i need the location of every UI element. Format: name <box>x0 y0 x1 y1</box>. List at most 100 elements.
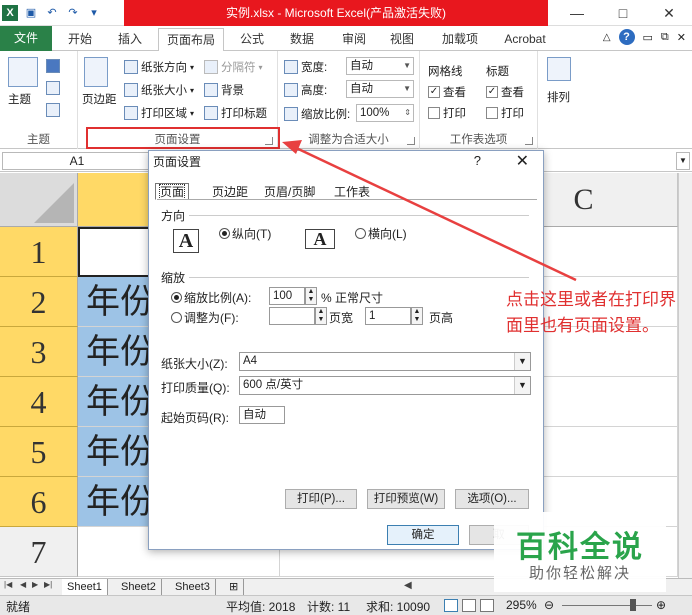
gridlines-view-checkbox[interactable]: ✓ 查看 <box>428 84 466 100</box>
close-workbook-icon[interactable]: ✕ <box>677 31 686 44</box>
save-icon[interactable]: ▣ <box>23 5 39 21</box>
page-layout-view-icon[interactable] <box>462 599 476 612</box>
tab-formulas[interactable]: 公式 <box>232 28 272 51</box>
dialog-close-icon[interactable]: ✕ <box>516 151 529 173</box>
row-header-2[interactable]: 2 <box>0 277 78 327</box>
expand-formula-icon[interactable]: ▼ <box>676 152 690 170</box>
themes-icon[interactable] <box>8 57 38 87</box>
zoom-slider-thumb[interactable] <box>630 599 636 611</box>
tab-header-footer[interactable]: 页眉/页脚 <box>259 183 320 200</box>
theme-colors-icon[interactable] <box>46 59 60 73</box>
sheet-options-launcher-icon[interactable] <box>525 137 533 145</box>
pages-wide-spinner-icon[interactable]: ▲ ▼ <box>315 307 327 325</box>
row-header-7[interactable]: 7 <box>0 527 78 577</box>
tab-review[interactable]: 审阅 <box>332 28 376 51</box>
minimize-button[interactable]: — <box>554 0 600 26</box>
landscape-radio[interactable]: 横向(L) <box>355 225 407 242</box>
arrange-button[interactable]: 排列 <box>547 89 570 105</box>
dialog-help-icon[interactable]: ? <box>474 153 481 168</box>
pages-tall-input[interactable]: 1 <box>365 307 411 325</box>
next-sheet-icon[interactable]: ▶ <box>32 580 38 589</box>
row-header-3[interactable]: 3 <box>0 327 78 377</box>
close-button[interactable]: ✕ <box>646 0 692 26</box>
row-header-6[interactable]: 6 <box>0 477 78 527</box>
first-sheet-icon[interactable]: |◀ <box>4 580 12 589</box>
orientation-button[interactable]: 纸张方向 ▾ <box>124 59 194 75</box>
theme-effects-icon[interactable] <box>46 103 60 117</box>
minimize-ribbon-icon[interactable]: △ <box>603 32 611 43</box>
adjust-to-radio[interactable]: 缩放比例(A): <box>171 289 251 306</box>
customize-qat-icon[interactable]: ▾ <box>86 5 102 21</box>
paper-size-select[interactable]: A4 ▼ <box>239 352 531 371</box>
tab-addins[interactable]: 加载项 <box>432 28 488 51</box>
sheet-tab-sheet1[interactable]: Sheet1 <box>62 579 108 595</box>
gridlines-print-checkbox[interactable]: 打印 <box>428 105 466 121</box>
breaks-button[interactable]: 分隔符 ▾ <box>204 59 263 75</box>
maximize-button[interactable]: □ <box>600 0 646 26</box>
sheet-tab-sheet2[interactable]: Sheet2 <box>116 579 162 595</box>
first-page-input[interactable]: 自动 <box>239 406 285 424</box>
help-icon[interactable]: ? <box>618 29 635 45</box>
scale-spinner-icon[interactable]: ▲ ▼ <box>305 287 317 305</box>
scale-spinner[interactable]: 100% ⇕ <box>356 104 414 122</box>
margins-icon[interactable] <box>84 57 108 87</box>
undo-icon[interactable]: ↶ <box>44 5 60 21</box>
redo-icon[interactable]: ↷ <box>65 5 81 21</box>
tab-margins[interactable]: 页边距 <box>207 183 253 200</box>
tab-data[interactable]: 数据 <box>280 28 324 51</box>
window-title: 实例.xlsx - Microsoft Excel(产品激活失败) <box>124 0 548 26</box>
hscroll-left-icon[interactable]: ◀ <box>404 580 412 591</box>
prev-sheet-icon[interactable]: ◀ <box>20 580 26 589</box>
ok-button[interactable]: 确定 <box>387 525 459 545</box>
radio-selected-icon <box>171 292 182 303</box>
zoom-out-icon[interactable]: ⊖ <box>544 598 554 612</box>
theme-fonts-icon[interactable] <box>46 81 60 95</box>
arrange-icon[interactable] <box>547 57 571 81</box>
headings-print-checkbox[interactable]: 打印 <box>486 105 524 121</box>
print-area-button[interactable]: 打印区域 ▾ <box>124 105 194 121</box>
height-select[interactable]: 自动 ▼ <box>346 80 414 98</box>
tab-acrobat[interactable]: Acrobat <box>494 28 556 51</box>
restore-down-icon[interactable]: ⧉ <box>661 31 669 44</box>
select-all-corner[interactable] <box>0 173 78 227</box>
print-preview-button[interactable]: 打印预览(W) <box>367 489 445 509</box>
restore-window-icon[interactable]: ▭ <box>643 31 653 44</box>
zoom-in-icon[interactable]: ⊕ <box>656 598 666 612</box>
radio-selected-icon <box>219 228 230 239</box>
print-button[interactable]: 打印(P)... <box>285 489 357 509</box>
insert-sheet-icon[interactable]: ⊞ <box>224 579 245 595</box>
pages-wide-input[interactable] <box>269 307 315 325</box>
print-titles-button[interactable]: 打印标题 <box>204 105 267 121</box>
vertical-scrollbar[interactable] <box>678 173 692 578</box>
tab-page-layout[interactable]: 页面布局 <box>158 28 224 52</box>
row-header-1[interactable]: 1 <box>0 227 78 277</box>
portrait-radio[interactable]: 纵向(T) <box>219 225 271 242</box>
tab-sheet[interactable]: 工作表 <box>329 183 375 200</box>
width-select[interactable]: 自动 ▼ <box>346 57 414 75</box>
pages-tall-spinner-icon[interactable]: ▲ ▼ <box>411 307 423 325</box>
zoom-level[interactable]: 295% <box>506 598 537 612</box>
print-quality-select[interactable]: 600 点/英寸 ▼ <box>239 376 531 395</box>
zoom-slider[interactable] <box>562 605 652 606</box>
headings-view-checkbox[interactable]: ✓ 查看 <box>486 84 524 100</box>
fit-to-radio[interactable]: 调整为(F): <box>171 309 239 326</box>
themes-button[interactable]: 主题 <box>8 91 31 107</box>
margins-button[interactable]: 页边距 <box>82 91 117 107</box>
scale-launcher-icon[interactable] <box>407 137 415 145</box>
scale-percent-input[interactable]: 100 <box>269 287 305 305</box>
row-header-5[interactable]: 5 <box>0 427 78 477</box>
sheet-tab-sheet3[interactable]: Sheet3 <box>170 579 216 595</box>
row-header-4[interactable]: 4 <box>0 377 78 427</box>
last-sheet-icon[interactable]: ▶| <box>44 580 52 589</box>
name-box[interactable]: A1 <box>2 152 152 170</box>
size-button[interactable]: 纸张大小 ▾ <box>124 82 194 98</box>
normal-view-icon[interactable] <box>444 599 458 612</box>
tab-view[interactable]: 视图 <box>382 28 422 51</box>
tab-home[interactable]: 开始 <box>58 28 102 51</box>
tab-insert[interactable]: 插入 <box>110 28 150 51</box>
tab-file[interactable]: 文件 <box>0 26 52 51</box>
background-button[interactable]: 背景 <box>204 82 244 98</box>
page-break-view-icon[interactable] <box>480 599 494 612</box>
options-button[interactable]: 选项(O)... <box>455 489 529 509</box>
tab-page[interactable]: 页面 <box>155 183 190 200</box>
